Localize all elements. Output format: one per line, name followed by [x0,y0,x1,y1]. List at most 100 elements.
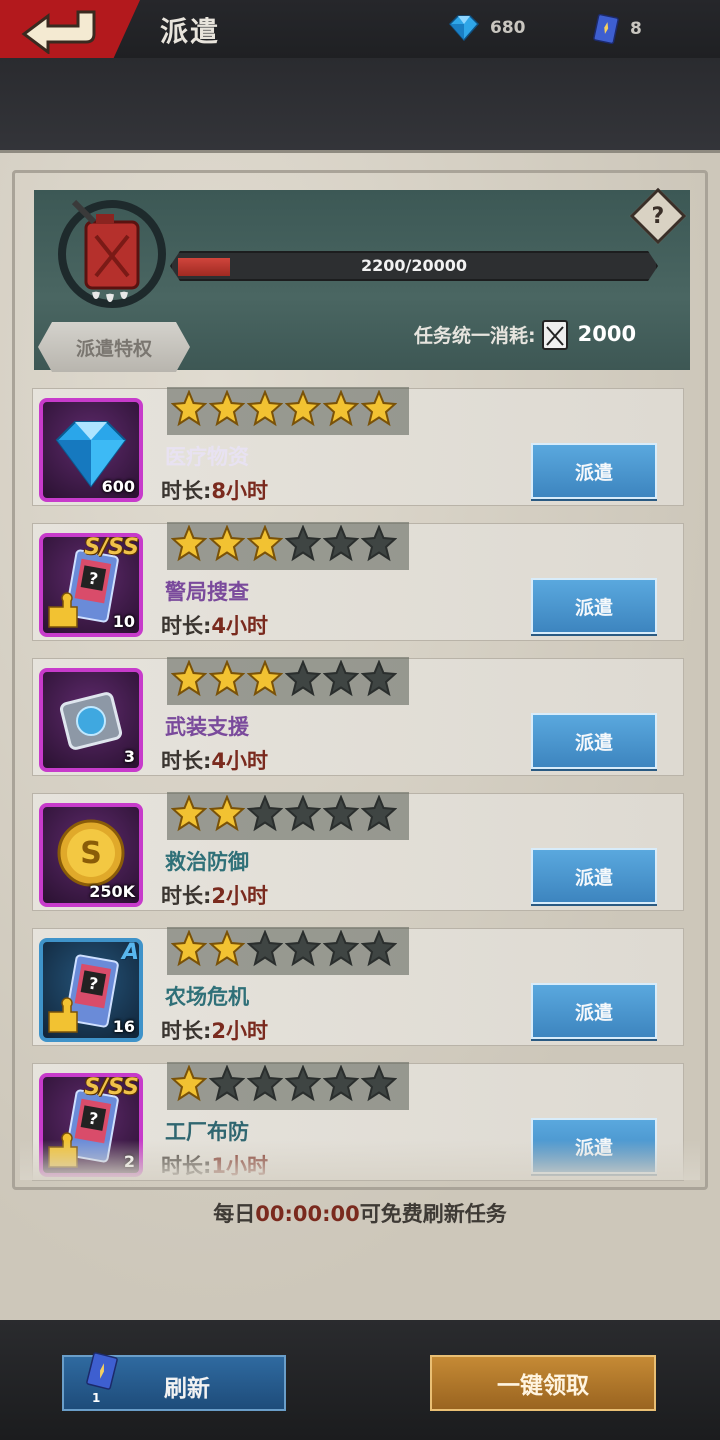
note-prefix: 每日 [213,1202,256,1226]
empty-star-icon [208,1064,246,1107]
free-refresh-note: 每日00:00:00可免费刷新任务 [0,1198,720,1228]
fuel-can-icon [56,196,168,318]
filled-star-icon [170,524,208,567]
dispatch-button[interactable]: 派遣 [531,983,657,1039]
reward-item[interactable]: S 250K [39,803,143,907]
mission-row: ? A 16 农场危机 时长:2小时 派遣 [32,927,684,1046]
duration-label: 时长: [161,749,212,773]
mission-duration: 时长:4小时 [161,745,268,775]
filled-star-icon [246,524,284,567]
mission-name: 武装支援 [165,715,249,739]
empty-star-icon [322,794,360,837]
ticket-count: 8 [630,19,642,39]
ticket-counter[interactable]: 8 [592,14,642,44]
filled-star-icon [170,929,208,972]
empty-star-icon [360,1064,398,1107]
mission-duration: 时长:2小时 [161,880,268,910]
refresh-button[interactable]: 1 刷新 [62,1352,286,1411]
mission-cost: 任务统一消耗: 2000 [414,316,636,352]
filled-star-icon [208,659,246,702]
gem-count: 680 [490,18,526,38]
filled-star-icon [360,389,398,432]
ticket-icon [86,1352,118,1390]
filled-star-icon [284,389,322,432]
filled-star-icon [246,389,284,432]
duration-label: 时长: [161,884,212,908]
empty-star-icon [246,794,284,837]
empty-star-icon [284,929,322,972]
duration-label: 时长: [161,479,212,503]
item-quantity: 3 [123,747,135,766]
list-fade [20,1140,700,1180]
mission-duration: 时长:8小时 [161,475,268,505]
empty-star-icon [284,524,322,567]
filled-star-icon [170,389,208,432]
difficulty-stars [167,522,409,570]
empty-star-icon [360,659,398,702]
dispatch-button[interactable]: 派遣 [531,443,657,499]
mission-duration: 时长:2小时 [161,1015,268,1045]
reward-item[interactable]: 600 [39,398,143,502]
mission-name: 救治防御 [165,850,249,874]
gem-counter[interactable]: 680 [448,14,526,42]
empty-star-icon [360,524,398,567]
dispatch-privilege-button[interactable]: 派遣特权 [38,322,190,372]
mission-row: 3 武装支援时长:4小时 派遣 [32,657,684,776]
empty-star-icon [360,794,398,837]
difficulty-stars [167,657,409,705]
mission-cost-label: 任务统一消耗: [414,324,536,347]
duration-value: 8小时 [211,479,269,503]
item-quantity: 250K [89,882,135,901]
difficulty-stars [167,927,409,975]
filled-star-icon [208,794,246,837]
refresh-cost: 1 [92,1391,101,1405]
empty-star-icon [284,794,322,837]
duration-label: 时长: [161,1019,212,1043]
dispatch-button[interactable]: 派遣 [531,848,657,904]
mission-row: 600 医疗物资时长:8小时 派遣 [32,387,684,506]
duration-value: 2小时 [211,884,269,908]
filled-star-icon [208,524,246,567]
mission-row: ? S/SS 10 警局搜查 时长:4小时 派遣 [32,522,684,641]
fuel-progress-text: 2200/20000 [360,256,468,275]
mission-name: 医疗物资 [165,445,249,469]
refresh-label: 刷新 [164,1376,210,1402]
item-quantity: 600 [101,477,135,496]
item-grade: S/SS [84,535,139,560]
item-grade: A [121,940,139,965]
item-quantity: 10 [112,612,135,631]
duration-value: 4小时 [211,614,269,638]
gem-icon [448,15,480,42]
empty-star-icon [322,524,360,567]
dispatch-button[interactable]: 派遣 [531,578,657,634]
reward-item[interactable]: 3 [39,668,143,772]
filled-star-icon [208,389,246,432]
filled-star-icon [322,389,360,432]
item-quantity: 16 [112,1017,135,1036]
dispatch-button[interactable]: 派遣 [531,713,657,769]
duration-label: 时长: [161,614,212,638]
page-title: 派遣 [160,15,221,48]
empty-star-icon [360,929,398,972]
collect-all-button[interactable]: 一键领取 [430,1355,656,1411]
filled-star-icon [170,659,208,702]
mission-cost-value: 2000 [577,322,637,346]
back-arrow-icon [21,10,96,54]
reward-item[interactable]: ? A 16 [39,938,143,1042]
duration-value: 2小时 [211,1019,269,1043]
difficulty-stars [167,792,409,840]
svg-text:S: S [80,836,102,871]
mission-duration: 时长:4小时 [161,610,268,640]
help-icon: ? [651,203,665,229]
background-strip [0,58,720,158]
duration-value: 4小时 [211,749,269,773]
reward-item[interactable]: ? S/SS 10 [39,533,143,637]
difficulty-stars [167,1062,409,1110]
mission-name: 警局搜查 [165,580,249,604]
filled-star-icon [170,794,208,837]
fuel-cost-icon [541,320,568,350]
empty-star-icon [284,1064,322,1107]
filled-star-icon [208,929,246,972]
note-suffix: 可免费刷新任务 [359,1202,507,1226]
fuel-progress-bar: 2200/20000 [170,251,658,281]
